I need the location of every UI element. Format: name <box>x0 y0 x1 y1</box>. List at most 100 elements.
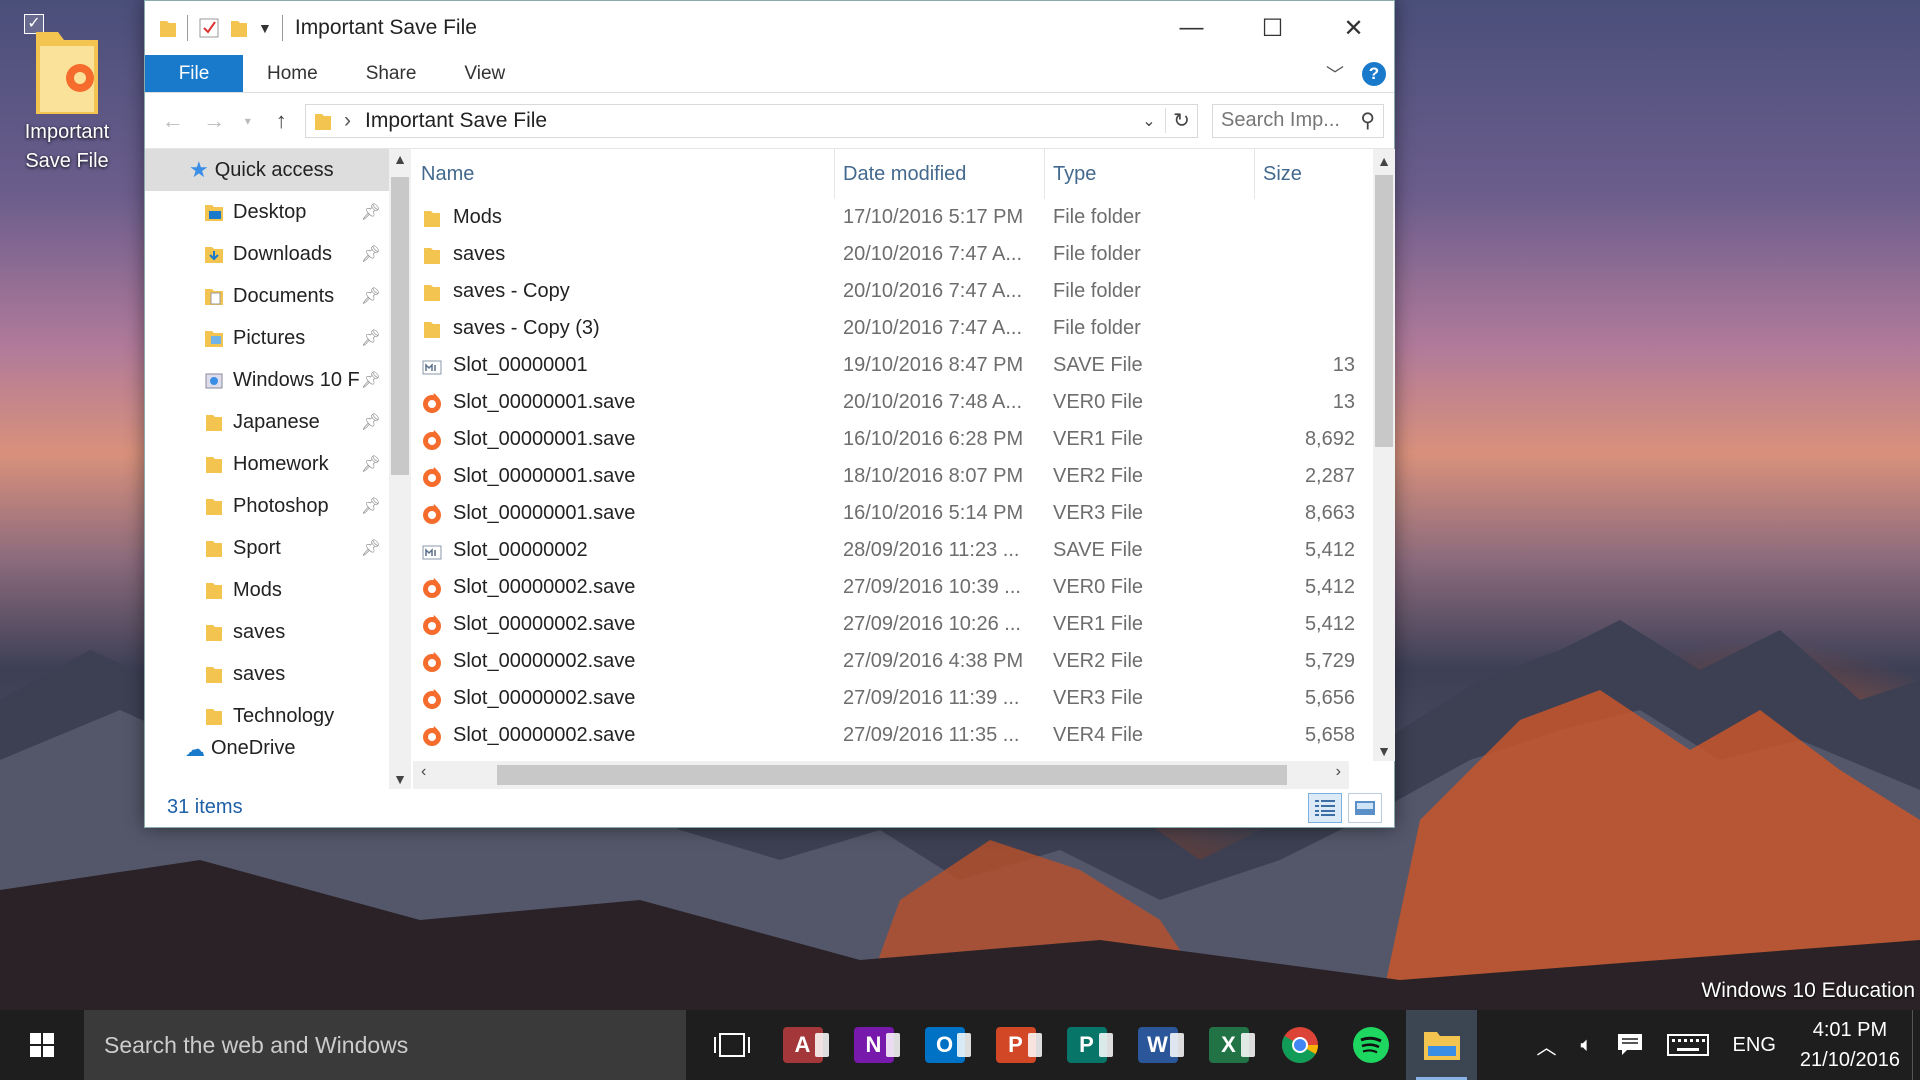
tab-share[interactable]: Share <box>342 55 441 92</box>
pin-icon[interactable]: 📌︎ <box>361 496 381 516</box>
show-desktop-button[interactable] <box>1912 1010 1920 1080</box>
excel-button[interactable]: X <box>1193 1010 1264 1080</box>
file-row[interactable]: saves 20/10/2016 7:47 A... File folder <box>413 236 1373 273</box>
back-button[interactable]: ← <box>155 108 190 134</box>
file-row[interactable]: Slot_00000002.save 27/09/2016 10:26 ... VE… <box>413 606 1373 643</box>
clock[interactable]: 4:01 PM 21/10/2016 <box>1788 1010 1912 1080</box>
scroll-up-arrow-icon[interactable]: ▲ <box>1373 153 1395 169</box>
file-row[interactable]: Slot_00000002 28/09/2016 11:23 ... SAVE Fi… <box>413 532 1373 569</box>
pin-icon[interactable]: 📌︎ <box>361 202 381 222</box>
file-row[interactable]: Slot_00000001.save 16/10/2016 5:14 PM VER3… <box>413 495 1373 532</box>
chevron-down-icon[interactable]: ▼ <box>258 20 272 36</box>
publisher-button[interactable]: P <box>1051 1010 1122 1080</box>
pin-icon[interactable]: 📌︎ <box>361 412 381 432</box>
address-bar[interactable]: › Important Save File ⌄ ↻ <box>305 103 1198 138</box>
task-view-button[interactable] <box>696 1010 767 1080</box>
column-type[interactable]: Type <box>1045 149 1255 199</box>
nav-item-downloads[interactable]: Downloads 📌︎ <box>145 233 389 275</box>
pin-icon[interactable]: 📌︎ <box>361 244 381 264</box>
refresh-icon[interactable]: ↻ <box>1165 108 1197 133</box>
action-center-icon[interactable] <box>1605 1010 1655 1080</box>
search-input[interactable]: Search Imp... ⚲ <box>1212 103 1384 138</box>
close-button[interactable]: ✕ <box>1313 1 1394 55</box>
scroll-right-arrow-icon[interactable]: › <box>1336 763 1341 781</box>
scroll-left-arrow-icon[interactable]: ‹ <box>421 763 426 781</box>
pin-icon[interactable]: 📌︎ <box>361 370 381 390</box>
nav-item-documents[interactable]: Documents 📌︎ <box>145 275 389 317</box>
scroll-down-arrow-icon[interactable]: ▼ <box>1373 743 1395 759</box>
nav-onedrive[interactable]: ☁ OneDrive <box>145 737 389 765</box>
pin-icon[interactable]: 📌︎ <box>361 328 381 348</box>
file-row[interactable]: Slot_00000001.save 16/10/2016 6:28 PM VER1… <box>413 421 1373 458</box>
scroll-thumb[interactable] <box>497 765 1287 785</box>
touch-keyboard-icon[interactable] <box>1655 1010 1721 1080</box>
nav-item-windows-10-f[interactable]: Windows 10 F 📌︎ <box>145 359 389 401</box>
spotify-button[interactable] <box>1335 1010 1406 1080</box>
file-row[interactable]: Slot_00000002.save 27/09/2016 10:39 ... VE… <box>413 569 1373 606</box>
column-date-modified[interactable]: Date modified <box>835 149 1045 199</box>
file-row[interactable]: Slot_00000001.save 18/10/2016 8:07 PM VER2… <box>413 458 1373 495</box>
file-row[interactable]: saves - Copy (3) 20/10/2016 7:47 A... File… <box>413 310 1373 347</box>
properties-icon[interactable] <box>198 17 220 39</box>
file-row[interactable]: Slot_00000001 19/10/2016 8:47 PM SAVE File… <box>413 347 1373 384</box>
tab-home[interactable]: Home <box>243 55 342 92</box>
volume-icon[interactable]: 🔈︎ <box>1569 1010 1605 1080</box>
nav-item-mods[interactable]: Mods <box>145 569 389 611</box>
file-row[interactable]: Slot_00000002.save 27/09/2016 11:35 ... VE… <box>413 717 1373 754</box>
forward-button[interactable]: → <box>196 108 231 134</box>
word-button[interactable]: W <box>1122 1010 1193 1080</box>
onenote-button[interactable]: N <box>838 1010 909 1080</box>
tab-file[interactable]: File <box>145 55 243 92</box>
nav-scrollbar[interactable]: ▲ ▼ <box>389 149 411 789</box>
language-indicator[interactable]: ENG <box>1721 1010 1788 1080</box>
taskbar-search-input[interactable]: Search the web and Windows <box>84 1010 686 1080</box>
breadcrumb[interactable]: Important Save File <box>365 109 547 133</box>
nav-item-sport[interactable]: Sport 📌︎ <box>145 527 389 569</box>
nav-item-photoshop[interactable]: Photoshop 📌︎ <box>145 485 389 527</box>
nav-item-saves[interactable]: saves <box>145 611 389 653</box>
pin-icon[interactable]: 📌︎ <box>361 538 381 558</box>
search-icon[interactable]: ⚲ <box>1360 108 1375 133</box>
desktop-icon-important-save-file[interactable]: ✓ Important Save File <box>12 8 122 176</box>
details-view-icon[interactable] <box>1308 793 1342 823</box>
file-row[interactable]: Slot_00000001.save 20/10/2016 7:48 A... VE… <box>413 384 1373 421</box>
file-row[interactable]: Slot_00000002.save 27/09/2016 4:38 PM VER2… <box>413 643 1373 680</box>
expand-ribbon-icon[interactable]: ﹀ <box>1326 61 1344 87</box>
nav-quick-access[interactable]: ★ Quick access <box>145 149 389 191</box>
powerpoint-button[interactable]: P <box>980 1010 1051 1080</box>
start-button[interactable] <box>0 1010 84 1080</box>
access-button[interactable]: A <box>767 1010 838 1080</box>
show-hidden-icons-icon[interactable]: ︿ <box>1525 1010 1569 1080</box>
scroll-down-arrow-icon[interactable]: ▼ <box>389 771 411 787</box>
file-row[interactable]: Mods 17/10/2016 5:17 PM File folder <box>413 199 1373 236</box>
file-explorer-button[interactable] <box>1406 1010 1477 1080</box>
nav-item-desktop[interactable]: Desktop 📌︎ <box>145 191 389 233</box>
file-row[interactable]: saves - Copy 20/10/2016 7:47 A... File fol… <box>413 273 1373 310</box>
nav-item-technology[interactable]: Technology <box>145 695 389 737</box>
column-size[interactable]: Size <box>1255 149 1359 199</box>
file-list-scrollbar[interactable]: ▲ ▼ <box>1373 149 1395 761</box>
recent-locations-icon[interactable]: ▾ <box>238 114 258 128</box>
nav-item-japanese[interactable]: Japanese 📌︎ <box>145 401 389 443</box>
tab-view[interactable]: View <box>440 55 529 92</box>
minimize-button[interactable]: — <box>1151 1 1232 55</box>
pin-icon[interactable]: 📌︎ <box>361 454 381 474</box>
large-icons-view-icon[interactable] <box>1348 793 1382 823</box>
outlook-button[interactable]: O <box>909 1010 980 1080</box>
column-name[interactable]: Name ⌃ <box>413 149 835 199</box>
nav-item-pictures[interactable]: Pictures 📌︎ <box>145 317 389 359</box>
nav-item-homework[interactable]: Homework 📌︎ <box>145 443 389 485</box>
new-folder-icon[interactable] <box>230 18 248 38</box>
scroll-thumb[interactable] <box>391 177 409 475</box>
chrome-button[interactable] <box>1264 1010 1335 1080</box>
scroll-thumb[interactable] <box>1375 175 1393 447</box>
address-dropdown-icon[interactable]: ⌄ <box>1133 111 1165 131</box>
file-row[interactable]: Slot_00000002.save 27/09/2016 11:39 ... VE… <box>413 680 1373 717</box>
breadcrumb-chevron-icon[interactable]: › <box>344 109 351 133</box>
scroll-up-arrow-icon[interactable]: ▲ <box>389 151 411 167</box>
up-button[interactable]: ↑ <box>264 108 299 134</box>
horizontal-scrollbar[interactable]: ‹ › <box>413 761 1349 789</box>
maximize-button[interactable]: ☐ <box>1232 1 1313 55</box>
nav-item-saves[interactable]: saves <box>145 653 389 695</box>
pin-icon[interactable]: 📌︎ <box>361 286 381 306</box>
